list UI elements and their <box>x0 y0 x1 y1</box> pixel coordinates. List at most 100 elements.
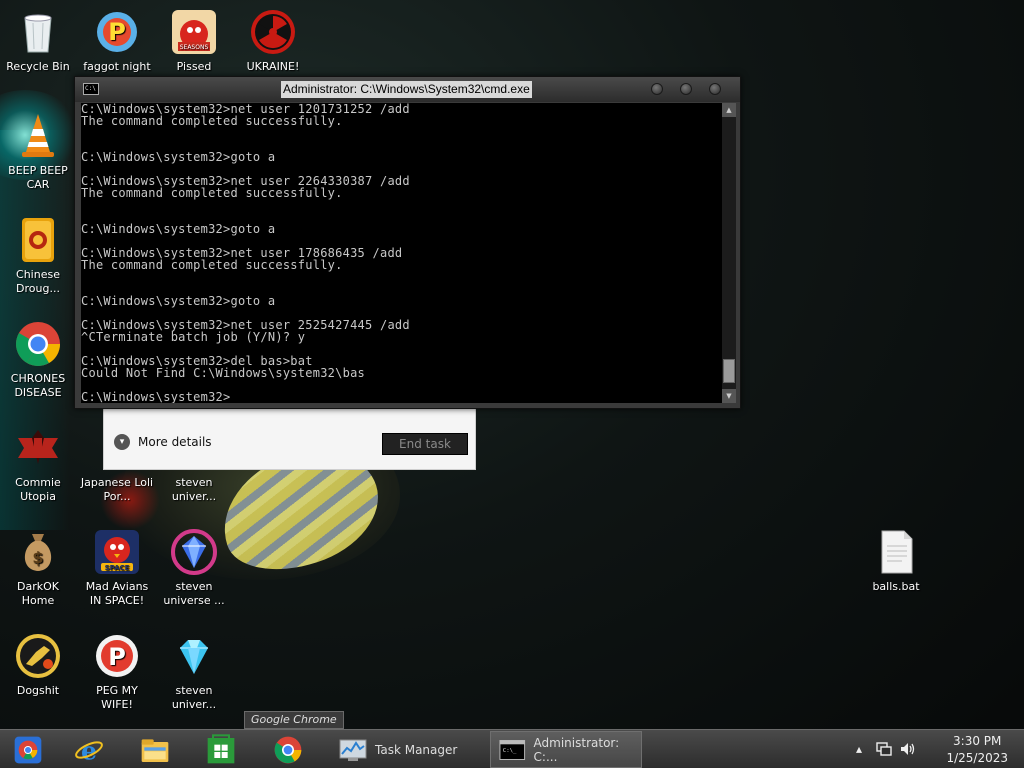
svg-text:e: e <box>81 735 97 765</box>
scroll-down-arrow-icon[interactable]: ▼ <box>722 389 736 403</box>
desktop-icon-label: Chinese Droug... <box>16 268 60 295</box>
scrollbar-thumb[interactable] <box>723 359 735 383</box>
cmd-window[interactable]: C:\ Administrator: C:\Windows\System32\c… <box>74 76 741 409</box>
task-manager-window: ▾ More details End task <box>103 405 476 470</box>
task-manager-icon <box>339 739 367 761</box>
cmd-console-output[interactable]: C:\Windows\system32>net user 1201731252 … <box>81 103 722 403</box>
desktop-icon-label: BEEP BEEP CAR <box>8 164 68 191</box>
network-icon[interactable] <box>876 742 892 759</box>
console-line: C:\Windows\system32>goto a <box>81 150 276 164</box>
radiation-icon <box>249 8 297 56</box>
desktop-icon-peg-my-wife[interactable]: P PEG MY WIFE! <box>79 632 155 712</box>
taskbar-clock[interactable]: 3:30 PM 1/25/2023 <box>946 733 1008 767</box>
clock-date: 1/25/2023 <box>946 751 1008 765</box>
chrome-icon <box>274 736 302 764</box>
desktop-icon-label: CHRONES DISEASE <box>10 372 66 399</box>
maximize-button[interactable] <box>680 83 692 95</box>
p-app-icon: P <box>93 632 141 680</box>
svg-text:SEASONS: SEASONS <box>180 44 209 51</box>
cmd-title-bar[interactable]: C:\ Administrator: C:\Windows\System32\c… <box>75 77 740 102</box>
desktop-icon-label: Mad Avians IN SPACE! <box>85 580 149 607</box>
console-line: C:\Windows\system32>goto a <box>81 222 276 236</box>
mahjong-icon <box>14 216 62 264</box>
console-line: C:\Windows\system32>goto a <box>81 294 276 308</box>
internet-explorer-icon: e <box>75 735 103 765</box>
desktop-icon-label: steven univer... <box>171 684 217 711</box>
end-task-button[interactable]: End task <box>382 433 468 455</box>
desktop-icon-label: steven universe ... <box>163 580 225 607</box>
taskbar-pin-google-chrome[interactable] <box>260 733 316 767</box>
svg-text:P: P <box>108 18 126 46</box>
svg-text:P: P <box>108 643 126 671</box>
desktop-icon-label: Pissed <box>176 60 212 73</box>
desktop-icon-steven-universe-2[interactable]: steven universe ... <box>156 528 232 608</box>
desktop-icon-darkok-home[interactable]: $ DarkOK Home <box>0 528 76 608</box>
chevron-up-icon[interactable]: ▴ <box>856 742 862 756</box>
desktop-icon-balls-bat[interactable]: balls.bat <box>858 528 934 594</box>
taskbar-pin-windows-store[interactable] <box>193 733 249 767</box>
file-explorer-icon <box>141 739 169 762</box>
svg-text:C:\_: C:\_ <box>503 747 517 753</box>
scroll-up-arrow-icon[interactable]: ▲ <box>722 103 736 117</box>
console-line: Could Not Find C:\Windows\system32\bas <box>81 366 366 380</box>
console-prompt[interactable]: C:\Windows\system32> <box>81 391 722 403</box>
p-app-icon: P <box>93 8 141 56</box>
speaker-icon[interactable] <box>900 742 916 759</box>
taskbar-pin-file-explorer[interactable] <box>127 733 183 767</box>
taskbar: e Task Manager C:\_ Administrator: C:...… <box>0 729 1024 768</box>
desktop-icon-label: UKRAINE! <box>246 60 300 73</box>
gem-ring-icon <box>170 528 218 576</box>
angry-birds-space-icon: SPACE <box>93 528 141 576</box>
chevron-down-icon: ▾ <box>114 434 130 450</box>
desktop-icon-label: Recycle Bin <box>6 60 70 73</box>
console-line: The command completed successfully. <box>81 186 343 200</box>
cmd-window-title: Administrator: C:\Windows\System32\cmd.e… <box>281 81 532 98</box>
desktop-icon-label: PEG MY WIFE! <box>96 684 138 711</box>
chrome-icon <box>14 320 62 368</box>
angry-birds-seasons-icon: SEASONS <box>170 8 218 56</box>
taskbar-app-task-manager[interactable]: Task Manager <box>330 731 485 768</box>
desktop-icon-label: Commie Utopia <box>15 476 61 503</box>
desktop-icon-dogshit[interactable]: Dogshit <box>0 632 76 698</box>
close-button[interactable] <box>709 83 721 95</box>
desktop-icon-label: balls.bat <box>872 580 920 593</box>
desktop-icon-beep-beep-car[interactable]: BEEP BEEP CAR <box>0 112 76 192</box>
desktop-icon-pissed[interactable]: SEASONS Pissed <box>156 8 232 74</box>
taskbar-app-cmd[interactable]: C:\_ Administrator: C:... <box>490 731 642 768</box>
desktop-icon-steven-universe-3[interactable]: steven univer... <box>156 632 232 712</box>
cmd-icon: C:\_ <box>499 739 526 760</box>
desktop-icon-mad-avians[interactable]: SPACE Mad Avians IN SPACE! <box>79 528 155 608</box>
vlc-cone-icon <box>14 112 62 160</box>
more-details-label: More details <box>138 435 212 449</box>
desktop-icon-commie-utopia[interactable]: Commie Utopia <box>0 424 76 504</box>
cmd-icon[interactable]: C:\ <box>83 83 99 95</box>
batch-file-icon <box>872 528 920 576</box>
recycle-bin-icon <box>14 8 62 56</box>
windows-store-icon <box>207 734 235 764</box>
money-bag-icon: $ <box>14 528 62 576</box>
svg-text:$: $ <box>32 548 43 567</box>
desktop-icon-recycle-bin[interactable]: Recycle Bin <box>0 8 76 74</box>
taskbar-app-label: Administrator: C:... <box>533 735 620 764</box>
desktop-icon-ukraine[interactable]: UKRAINE! <box>235 8 311 74</box>
clock-time: 3:30 PM <box>953 734 1002 748</box>
desktop-icon-faggot-night[interactable]: P faggot night <box>79 8 155 74</box>
chrome-icon <box>14 736 42 764</box>
taskbar-pin-internet-explorer[interactable]: e <box>61 733 117 767</box>
blue-diamond-icon <box>170 632 218 680</box>
taskbar-pin-chrome-alt[interactable] <box>0 733 56 767</box>
cmd-scrollbar[interactable]: ▲ ▼ <box>722 103 736 403</box>
desktop-icon-label: steven univer... <box>171 476 217 503</box>
desktop-icon-label: DarkOK Home <box>17 580 59 607</box>
more-details-toggle[interactable]: ▾ More details <box>114 434 212 450</box>
svg-text:SPACE: SPACE <box>105 564 130 572</box>
desktop-icon-label: Japanese Loli Por... <box>80 476 154 503</box>
taskbar-app-label: Task Manager <box>375 742 458 757</box>
minimize-button[interactable] <box>651 83 663 95</box>
desktop-icon-chrones-disease[interactable]: CHRONES DISEASE <box>0 320 76 400</box>
console-line: The command completed successfully. <box>81 258 343 272</box>
desktop-icon-chinese-droug[interactable]: Chinese Droug... <box>0 216 76 296</box>
